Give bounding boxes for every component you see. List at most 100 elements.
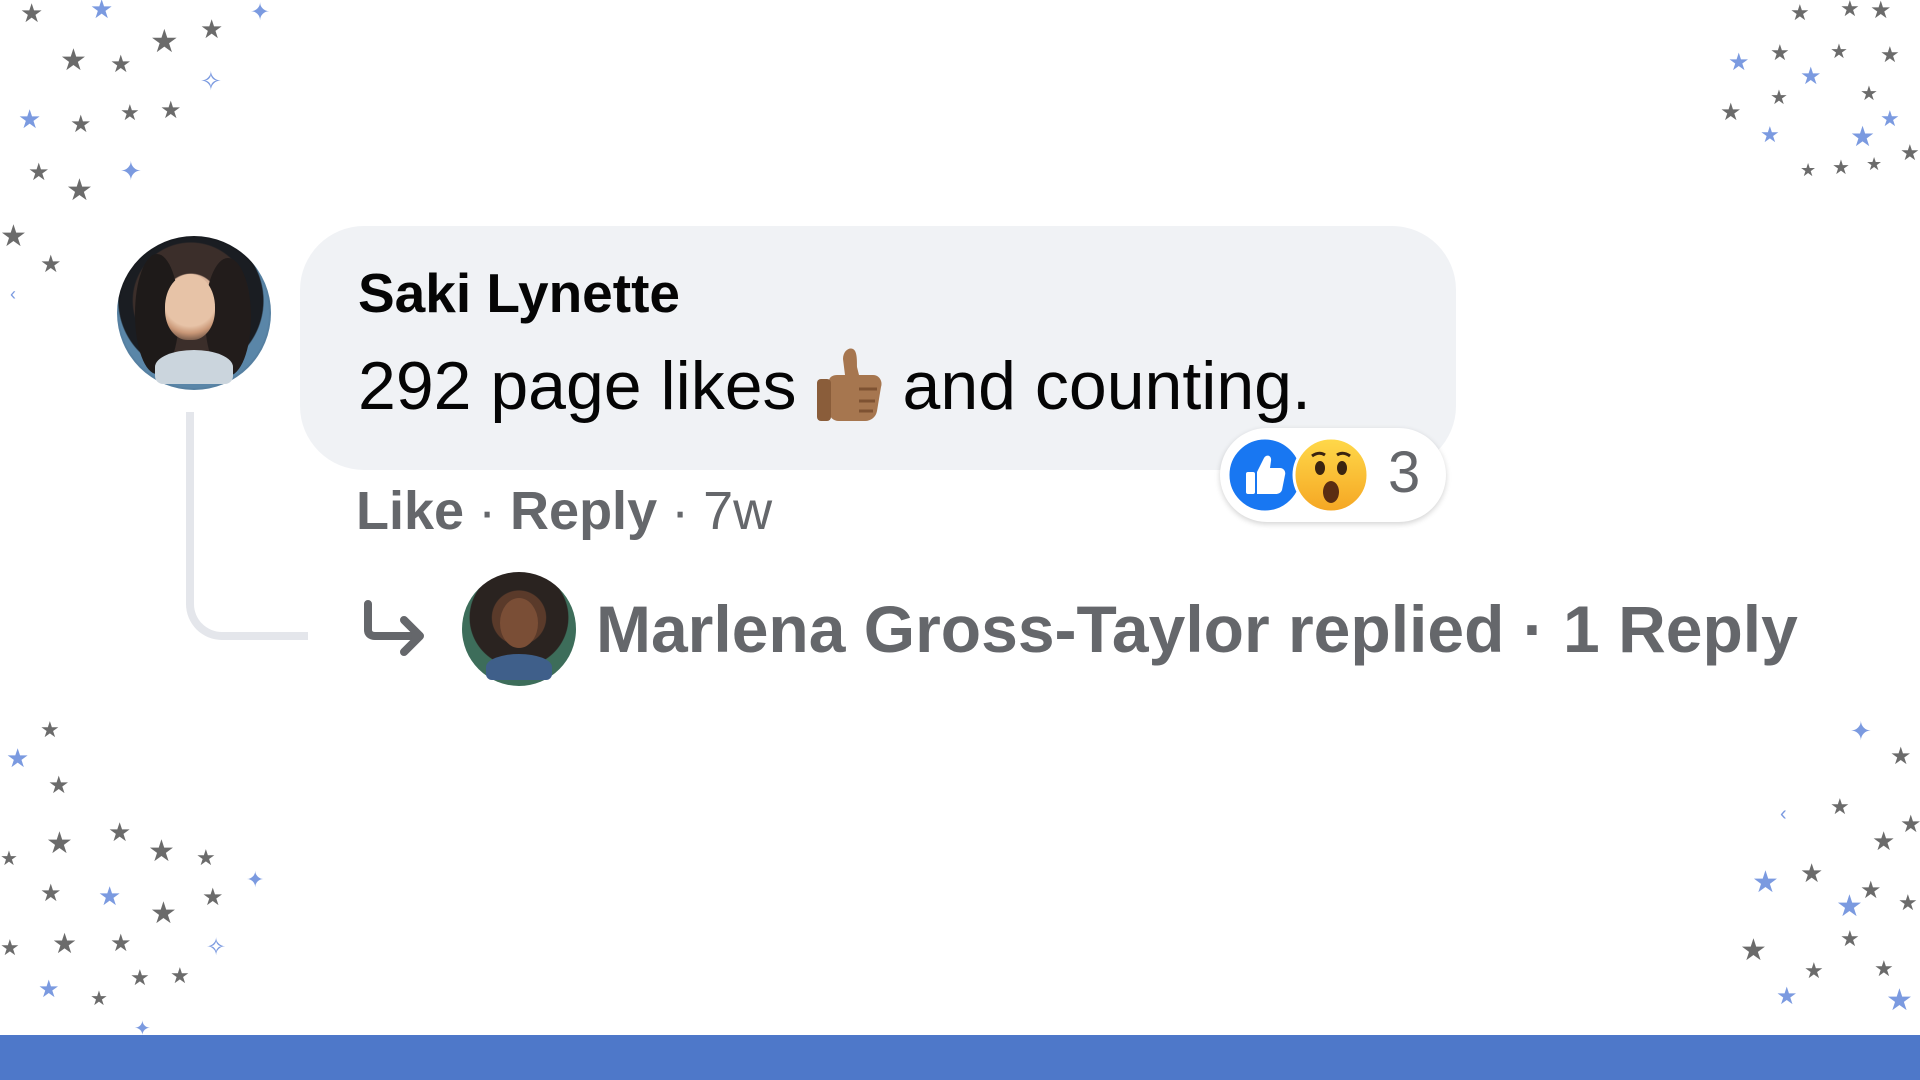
svg-text:★: ★ xyxy=(1800,160,1816,180)
reaction-count: 3 xyxy=(1388,440,1421,505)
svg-text:★: ★ xyxy=(98,881,121,911)
svg-text:★: ★ xyxy=(1760,122,1780,147)
svg-text:★: ★ xyxy=(196,845,216,870)
svg-text:★: ★ xyxy=(20,0,43,28)
reply-arrow-icon xyxy=(360,600,430,665)
svg-text:★: ★ xyxy=(110,930,132,957)
svg-text:★: ★ xyxy=(1720,99,1742,126)
svg-text:★: ★ xyxy=(40,251,62,278)
thread-connector-line xyxy=(186,412,308,640)
svg-text:✦: ✦ xyxy=(120,156,142,186)
svg-text:★: ★ xyxy=(1900,140,1920,165)
svg-text:★: ★ xyxy=(1898,890,1918,915)
svg-text:★: ★ xyxy=(130,965,150,990)
avatar-shirt xyxy=(486,654,552,680)
svg-text:✦: ✦ xyxy=(250,0,270,26)
comment-text-after: and counting. xyxy=(902,348,1311,424)
reactions-summary[interactable]: 3 xyxy=(1220,428,1446,522)
like-button[interactable]: Like xyxy=(356,481,464,541)
comment-text: 292 page likes and counting. xyxy=(358,345,1456,434)
reply-summary-row[interactable]: Marlena Gross-Taylor replied · 1 Reply xyxy=(360,572,1880,688)
svg-text:★: ★ xyxy=(1836,890,1863,923)
svg-text:★: ★ xyxy=(0,220,27,253)
avatar-face xyxy=(165,274,215,340)
svg-text:★: ★ xyxy=(70,111,92,138)
svg-text:★: ★ xyxy=(1860,877,1882,904)
svg-text:★: ★ xyxy=(90,988,108,1010)
svg-text:‹: ‹ xyxy=(10,284,16,304)
svg-text:★: ★ xyxy=(160,97,182,124)
svg-text:★: ★ xyxy=(52,928,77,959)
svg-text:★: ★ xyxy=(1900,811,1920,838)
comment-author-name[interactable]: Saki Lynette xyxy=(358,266,1456,321)
svg-text:★: ★ xyxy=(1770,40,1790,65)
svg-text:★: ★ xyxy=(1870,0,1892,24)
decorative-stars-top-right: ★ ★ ★ ★ ★ ★ ★ ★ ★ ★ ★ ★ ★ ★ ★ ★ ★ ★ xyxy=(1690,0,1920,190)
svg-text:★: ★ xyxy=(66,174,93,207)
svg-text:★: ★ xyxy=(148,835,175,868)
separator-dot: · xyxy=(478,481,497,541)
svg-text:★: ★ xyxy=(38,976,60,1003)
svg-text:★: ★ xyxy=(40,717,60,742)
replier-avatar[interactable] xyxy=(462,572,576,686)
svg-text:★: ★ xyxy=(90,0,113,24)
avatar-shirt xyxy=(155,350,233,384)
bottom-accent-bar xyxy=(0,1035,1920,1080)
svg-text:★: ★ xyxy=(6,743,29,773)
svg-text:★: ★ xyxy=(1804,958,1824,983)
svg-text:★: ★ xyxy=(120,100,140,125)
svg-text:★: ★ xyxy=(1800,63,1822,90)
reply-summary-text[interactable]: Marlena Gross-Taylor replied · 1 Reply xyxy=(596,596,1798,662)
svg-text:★: ★ xyxy=(1874,956,1894,981)
svg-text:★: ★ xyxy=(1880,42,1900,67)
svg-text:★: ★ xyxy=(150,23,179,59)
svg-text:★: ★ xyxy=(60,44,87,77)
svg-text:★: ★ xyxy=(1886,984,1913,1017)
svg-text:✦: ✦ xyxy=(134,1018,151,1035)
svg-text:★: ★ xyxy=(108,817,131,847)
svg-text:★: ★ xyxy=(1728,49,1750,76)
svg-text:★: ★ xyxy=(48,772,70,799)
avatar-face xyxy=(500,598,538,648)
svg-text:★: ★ xyxy=(1880,106,1900,131)
svg-text:★: ★ xyxy=(0,848,18,870)
svg-text:✧: ✧ xyxy=(200,66,222,96)
comment-text-before: 292 page likes xyxy=(358,348,797,424)
svg-text:★: ★ xyxy=(1790,0,1810,25)
svg-text:★: ★ xyxy=(110,51,132,78)
svg-text:★: ★ xyxy=(40,880,62,907)
reply-button[interactable]: Reply xyxy=(510,481,657,541)
comment-timestamp[interactable]: 7w xyxy=(703,481,772,541)
svg-text:★: ★ xyxy=(1840,926,1860,951)
svg-text:★: ★ xyxy=(1890,743,1912,770)
svg-text:★: ★ xyxy=(0,935,20,960)
svg-text:✧: ✧ xyxy=(206,934,226,961)
svg-text:‹: ‹ xyxy=(1780,803,1787,825)
svg-text:✦: ✦ xyxy=(1850,716,1872,746)
separator-dot: · xyxy=(671,481,690,541)
svg-text:★: ★ xyxy=(1752,866,1779,899)
svg-text:★: ★ xyxy=(1776,983,1798,1010)
svg-text:★: ★ xyxy=(150,897,177,930)
svg-text:★: ★ xyxy=(1850,121,1875,152)
thumbs-up-emoji-icon xyxy=(815,345,885,434)
svg-text:★: ★ xyxy=(1832,157,1850,179)
wow-reaction-icon xyxy=(1292,436,1370,519)
svg-text:★: ★ xyxy=(1840,0,1860,21)
svg-text:★: ★ xyxy=(1872,826,1895,856)
comment-actions: Like · Reply · 7w xyxy=(356,484,772,538)
svg-text:★: ★ xyxy=(1860,83,1878,105)
svg-text:★: ★ xyxy=(1740,934,1767,967)
svg-text:★: ★ xyxy=(1866,154,1882,174)
decorative-stars-bottom-right: ★ ★ ★ ★ ★ ★ ★ ★ ★ ★ ★ ✦ ★ ★ ★ ★ ‹ xyxy=(1700,710,1920,1035)
svg-text:★: ★ xyxy=(1770,87,1788,109)
svg-text:★: ★ xyxy=(1830,794,1850,819)
svg-text:★: ★ xyxy=(202,884,224,911)
svg-text:★: ★ xyxy=(1830,41,1848,63)
svg-text:★: ★ xyxy=(170,963,190,988)
svg-text:★: ★ xyxy=(1800,858,1823,888)
svg-text:★: ★ xyxy=(200,14,223,44)
svg-text:★: ★ xyxy=(28,159,50,186)
commenter-avatar[interactable] xyxy=(117,236,271,390)
svg-text:★: ★ xyxy=(18,104,41,134)
